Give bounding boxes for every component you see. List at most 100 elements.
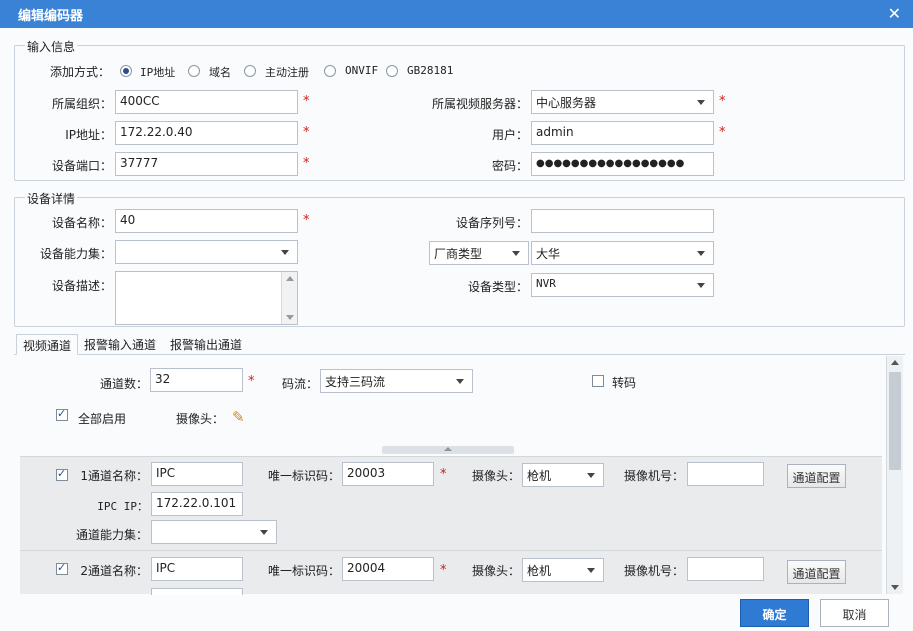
channel-uid-label: 唯一标识码： bbox=[267, 564, 340, 578]
pencil-icon[interactable]: ✎ bbox=[232, 408, 245, 426]
required-mark: * bbox=[303, 94, 310, 109]
channel-list-scrollbar[interactable] bbox=[886, 356, 903, 594]
dialog-titlebar: 编辑编码器 ✕ bbox=[0, 0, 913, 28]
channel-count-label: 通道数： bbox=[99, 377, 148, 391]
ipc-ip-label: IPC IP： bbox=[97, 500, 148, 513]
camera-label: 摄像头： bbox=[176, 412, 225, 426]
server-select[interactable]: 中心服务器 bbox=[531, 90, 714, 114]
dialog-title: 编辑编码器 bbox=[18, 9, 84, 24]
channel-name-label: 1通道名称： bbox=[80, 469, 148, 483]
stream-label: 码流： bbox=[281, 377, 318, 391]
enable-all-label: 全部启用 bbox=[78, 412, 127, 426]
channel-name-label: 2通道名称： bbox=[80, 564, 148, 578]
required-mark: * bbox=[303, 213, 310, 228]
radio-onvif[interactable] bbox=[324, 65, 336, 77]
channel-capability-select[interactable] bbox=[151, 520, 277, 544]
radio-active-register-label: 主动注册 bbox=[265, 66, 309, 79]
transcode-label: 转码 bbox=[612, 376, 637, 390]
channel-camera-label: 摄像头： bbox=[471, 469, 520, 483]
required-mark: * bbox=[719, 125, 726, 140]
chevron-down-icon bbox=[697, 251, 705, 256]
channel-config-button[interactable]: 通道配置 bbox=[787, 464, 846, 488]
channel-camera-select[interactable]: 枪机 bbox=[522, 463, 604, 487]
channel-camera-no-label: 摄像机号： bbox=[623, 564, 684, 578]
radio-gb28181-label: GB28181 bbox=[407, 64, 454, 77]
channel-config-button[interactable]: 通道配置 bbox=[787, 560, 846, 584]
radio-domain[interactable] bbox=[188, 65, 200, 77]
radio-gb28181[interactable] bbox=[386, 65, 398, 77]
stream-select[interactable]: 支持三码流 bbox=[320, 369, 473, 393]
chevron-down-icon bbox=[587, 568, 595, 573]
radio-active-register[interactable] bbox=[244, 65, 256, 77]
device-capability-label: 设备能力集： bbox=[39, 247, 112, 261]
radio-onvif-label: ONVIF bbox=[345, 64, 379, 77]
password-label: 密码： bbox=[491, 159, 528, 173]
org-input[interactable]: 400CC bbox=[115, 90, 298, 114]
device-details-legend: 设备详情 bbox=[25, 190, 78, 207]
tab-alarm-output[interactable]: 报警输出通道 bbox=[164, 334, 248, 355]
channel-camera-no-input[interactable] bbox=[687, 557, 764, 581]
device-name-input[interactable]: 40 bbox=[115, 209, 298, 233]
ip-label: IP地址： bbox=[65, 128, 112, 142]
device-type-label: 设备类型： bbox=[467, 280, 528, 294]
close-icon[interactable]: ✕ bbox=[888, 4, 901, 23]
required-mark: * bbox=[719, 94, 726, 109]
chevron-down-icon bbox=[697, 283, 705, 288]
channel-camera-no-input[interactable] bbox=[687, 462, 764, 486]
server-select-value: 中心服务器 bbox=[536, 96, 597, 110]
ipc-ip-input-partial[interactable] bbox=[151, 588, 243, 595]
chevron-down-icon bbox=[512, 251, 520, 256]
device-type-select[interactable]: NVR bbox=[531, 273, 714, 297]
user-input[interactable]: admin bbox=[531, 121, 714, 145]
ok-button[interactable]: 确定 bbox=[740, 599, 809, 627]
server-label: 所属视频服务器： bbox=[431, 97, 528, 111]
collapse-splitter[interactable] bbox=[382, 446, 514, 454]
transcode-checkbox[interactable] bbox=[592, 375, 604, 387]
channel-name-input[interactable]: IPC bbox=[151, 557, 243, 581]
vendor-select[interactable]: 大华 bbox=[531, 241, 714, 265]
channel-uid-input[interactable]: 20004 bbox=[342, 557, 434, 581]
ipc-ip-input[interactable]: 172.22.0.101 bbox=[151, 492, 243, 516]
enable-all-checkbox[interactable] bbox=[56, 407, 68, 421]
port-input[interactable]: 37777 bbox=[115, 152, 298, 176]
device-serial-input[interactable] bbox=[531, 209, 714, 233]
required-mark: * bbox=[303, 125, 310, 140]
tab-video-channel[interactable]: 视频通道 bbox=[16, 334, 79, 355]
channel-camera-value: 枪机 bbox=[527, 564, 552, 578]
input-info-legend: 输入信息 bbox=[25, 38, 78, 55]
radio-ip[interactable] bbox=[120, 65, 132, 77]
scroll-up-icon[interactable] bbox=[891, 360, 899, 365]
textarea-scrollbar[interactable] bbox=[281, 272, 297, 324]
cancel-button[interactable]: 取消 bbox=[820, 599, 889, 627]
required-mark: * bbox=[440, 563, 447, 578]
chevron-down-icon bbox=[281, 250, 289, 255]
device-desc-label: 设备描述： bbox=[51, 279, 112, 293]
scroll-thumb[interactable] bbox=[889, 372, 901, 470]
password-input[interactable]: ●●●●●●●●●●●●●●●●● bbox=[531, 152, 714, 176]
channel-count-input[interactable]: 32 bbox=[150, 368, 243, 392]
channel-tabs: 视频通道 报警输入通道 报警输出通道 bbox=[14, 330, 905, 355]
channel-enable-checkbox[interactable] bbox=[56, 561, 68, 575]
channel-uid-input[interactable]: 20003 bbox=[342, 462, 434, 486]
vendor-type-label: 厂商类型 bbox=[434, 247, 483, 261]
vendor-value: 大华 bbox=[536, 247, 561, 261]
channel-camera-select[interactable]: 枪机 bbox=[522, 558, 604, 582]
channel-camera-no-label: 摄像机号： bbox=[623, 469, 684, 483]
channel-camera-value: 枪机 bbox=[527, 469, 552, 483]
device-serial-label: 设备序列号： bbox=[455, 216, 528, 230]
vendor-type-select[interactable]: 厂商类型 bbox=[429, 241, 529, 265]
port-label: 设备端口： bbox=[51, 159, 112, 173]
tab-alarm-input[interactable]: 报警输入通道 bbox=[78, 334, 162, 355]
channel-enable-checkbox[interactable] bbox=[56, 467, 68, 481]
chevron-down-icon bbox=[697, 100, 705, 105]
channel-camera-label: 摄像头： bbox=[471, 564, 520, 578]
ip-input[interactable]: 172.22.0.40 bbox=[115, 121, 298, 145]
radio-domain-label: 域名 bbox=[209, 66, 231, 79]
radio-ip-label: IP地址 bbox=[140, 66, 176, 79]
chevron-down-icon bbox=[587, 473, 595, 478]
required-mark: * bbox=[440, 467, 447, 482]
channel-name-input[interactable]: IPC bbox=[151, 462, 243, 486]
device-desc-textarea[interactable] bbox=[115, 271, 298, 325]
device-capability-select[interactable] bbox=[115, 240, 298, 264]
scroll-down-icon[interactable] bbox=[891, 585, 899, 590]
